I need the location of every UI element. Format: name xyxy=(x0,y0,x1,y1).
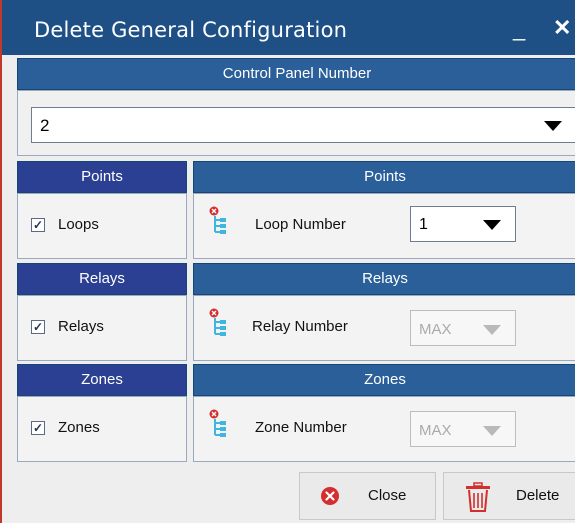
zones-checkbox[interactable]: ✓ xyxy=(31,421,45,435)
tree-structure-icon xyxy=(209,308,226,336)
relay-number-label: Relay Number xyxy=(252,318,348,335)
delete-button[interactable]: Delete xyxy=(443,472,575,520)
zone-number-value: MAX xyxy=(419,422,452,439)
relays-left-body: ✓ Relays xyxy=(17,295,187,361)
relay-number-value: MAX xyxy=(419,321,452,338)
relays-right-header-label: Relays xyxy=(362,270,408,287)
points-right-header-label: Points xyxy=(364,168,406,185)
close-button[interactable]: Close xyxy=(299,472,436,520)
minimize-button[interactable]: _ xyxy=(513,16,525,42)
zones-right-header-label: Zones xyxy=(364,371,406,388)
control-panel-body: 2 xyxy=(17,90,575,156)
points-left-body: ✓ Loops xyxy=(17,193,187,259)
tree-structure-icon xyxy=(209,409,226,437)
points-left-header-label: Points xyxy=(81,168,123,185)
window-close-button[interactable]: ✕ xyxy=(553,15,571,41)
relays-checkbox-label[interactable]: Relays xyxy=(58,318,104,335)
zone-number-label: Zone Number xyxy=(255,419,347,436)
points-left-header: Points xyxy=(17,161,187,193)
points-right-header: Points xyxy=(193,161,575,193)
control-panel-header: Control Panel Number xyxy=(17,58,575,90)
relays-right-body: Relay Number MAX xyxy=(193,295,575,361)
delete-button-label: Delete xyxy=(516,487,560,504)
relays-right-header: Relays xyxy=(193,263,575,295)
chevron-down-icon xyxy=(483,220,501,230)
zones-left-body: ✓ Zones xyxy=(17,396,187,462)
tree-structure-icon xyxy=(209,206,226,234)
points-right-body: Loop Number 1 xyxy=(193,193,575,259)
zone-number-select[interactable]: MAX xyxy=(410,411,516,447)
relays-left-header-label: Relays xyxy=(79,270,125,287)
loops-checkbox[interactable]: ✓ xyxy=(31,218,45,232)
window-title: Delete General Configuration xyxy=(34,18,348,42)
zones-right-body: Zone Number MAX xyxy=(193,396,575,462)
control-panel-select[interactable]: 2 xyxy=(31,107,575,143)
control-panel-header-label: Control Panel Number xyxy=(222,65,372,82)
loop-number-label: Loop Number xyxy=(255,216,346,233)
loop-number-select[interactable]: 1 xyxy=(410,206,516,242)
chevron-down-icon xyxy=(483,325,501,335)
close-circle-icon xyxy=(321,487,339,505)
relays-checkbox[interactable]: ✓ xyxy=(31,320,45,334)
control-panel-select-value: 2 xyxy=(40,116,50,135)
zones-left-header: Zones xyxy=(17,364,187,396)
chevron-down-icon xyxy=(544,121,562,131)
zones-left-header-label: Zones xyxy=(81,371,123,388)
relays-left-header: Relays xyxy=(17,263,187,295)
zones-checkbox-label[interactable]: Zones xyxy=(58,419,100,436)
relay-number-select[interactable]: MAX xyxy=(410,310,516,346)
dialog-window: Delete General Configuration _ ✕ Control… xyxy=(0,0,575,523)
loops-checkbox-label[interactable]: Loops xyxy=(58,216,99,233)
zones-right-header: Zones xyxy=(193,364,575,396)
chevron-down-icon xyxy=(483,426,501,436)
close-button-label: Close xyxy=(368,487,407,504)
trash-icon xyxy=(466,482,490,512)
title-bar[interactable]: Delete General Configuration _ ✕ xyxy=(2,0,575,55)
loop-number-value: 1 xyxy=(419,216,428,233)
